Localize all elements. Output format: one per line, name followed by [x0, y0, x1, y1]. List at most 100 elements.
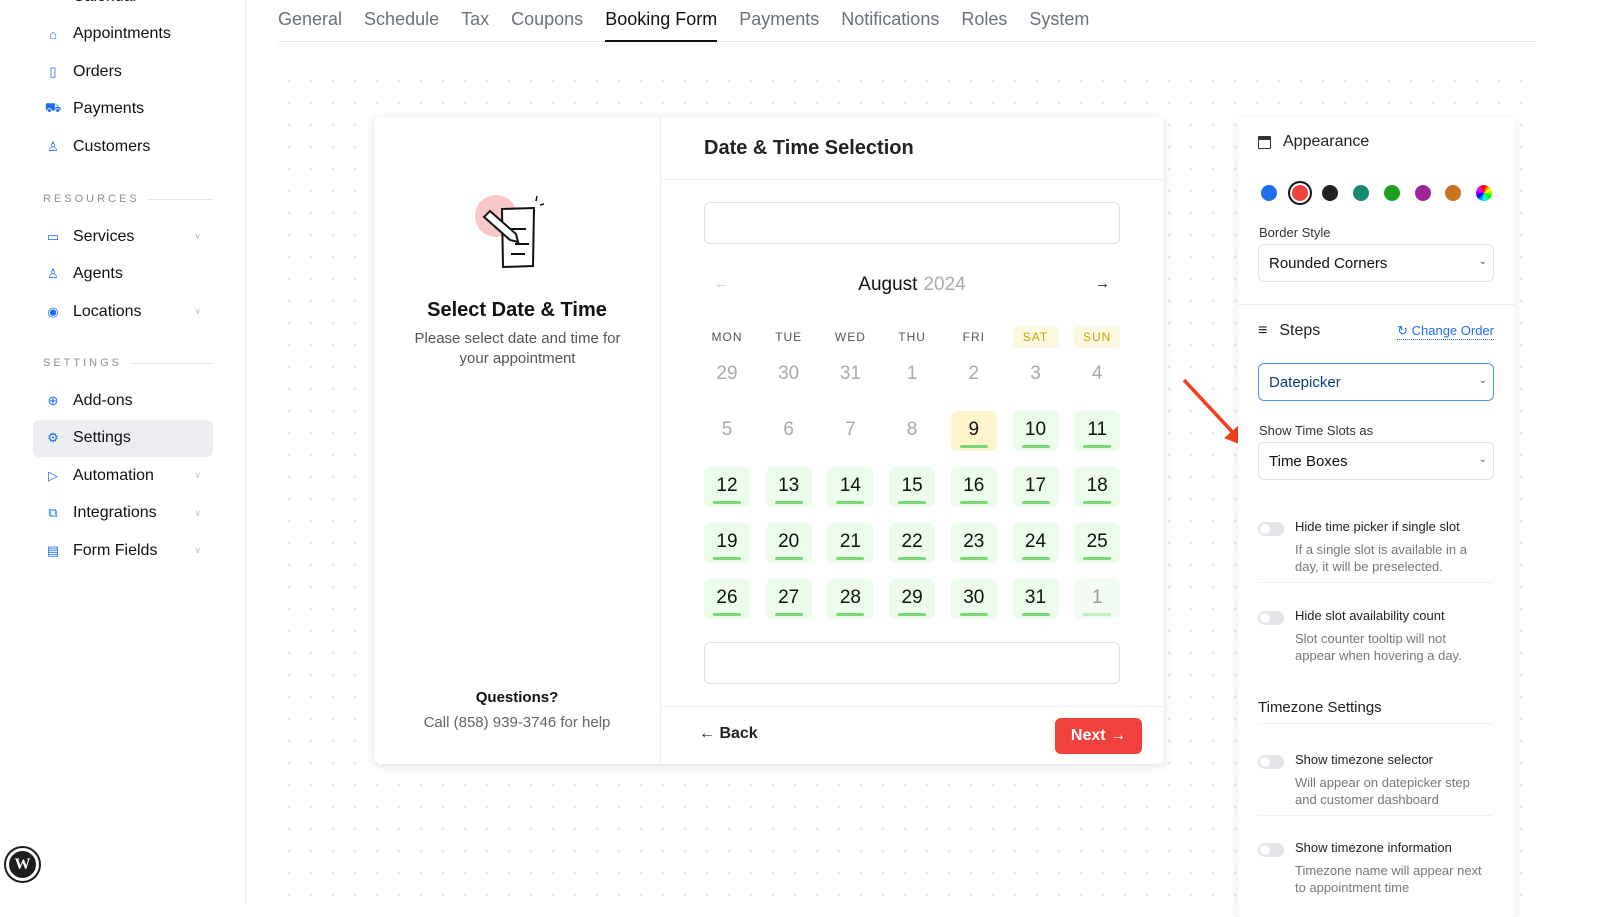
calendar-day[interactable]: 23 [950, 523, 997, 563]
color-swatch[interactable] [1291, 185, 1308, 201]
calendar-day[interactable]: 21 [827, 523, 874, 563]
tab-coupons[interactable]: Coupons [511, 0, 583, 42]
divider [1258, 815, 1492, 816]
toggle-switch[interactable] [1258, 755, 1284, 769]
sidebar-item-services[interactable]: ▭ Services ∨ [33, 218, 213, 255]
availability-bar [1083, 501, 1112, 504]
tab-booking-form[interactable]: Booking Form [605, 0, 718, 42]
placeholder-field-top[interactable] [704, 202, 1120, 244]
toggle-switch[interactable] [1258, 611, 1284, 625]
day-number: 24 [1024, 531, 1047, 552]
day-number: 19 [716, 531, 738, 552]
chevron-down-icon[interactable]: ∨ [194, 306, 201, 317]
availability-bar [1083, 445, 1112, 448]
tab-schedule[interactable]: Schedule [364, 0, 439, 42]
refresh-icon: ↻ [1397, 323, 1412, 338]
next-month-arrow-icon[interactable]: → [1095, 275, 1110, 292]
timezone-settings-title: Timezone Settings [1258, 699, 1382, 716]
availability-bar [1083, 557, 1112, 560]
calendar-day[interactable]: 20 [765, 523, 812, 563]
calendar-day[interactable]: 1 [1074, 579, 1121, 619]
sidebar-item-settings[interactable]: ⚙ Settings [33, 419, 213, 457]
step-select[interactable]: Datepicker ⌄ [1258, 363, 1494, 401]
step-value: Datepicker [1269, 374, 1341, 391]
steps-title: Steps [1279, 322, 1321, 339]
chevron-down-icon[interactable]: ∨ [194, 470, 201, 481]
user-icon: ♙ [47, 138, 59, 154]
sidebar-item-payments[interactable]: ⛟ Payments [33, 91, 213, 128]
divider [1238, 304, 1515, 305]
calendar-day[interactable]: 11 [1074, 411, 1121, 451]
sidebar-item-integrations[interactable]: ⧉ Integrations ∨ [33, 495, 213, 532]
sidebar-item-orders[interactable]: ▯ Orders [33, 53, 213, 90]
calendar-day[interactable]: 30 [950, 579, 997, 619]
tab-general[interactable]: General [278, 0, 342, 42]
toggle-switch[interactable] [1258, 843, 1284, 857]
chevron-down-icon[interactable]: ∨ [194, 545, 201, 556]
tab-notifications[interactable]: Notifications [841, 0, 939, 42]
calendar-day[interactable]: 26 [704, 579, 750, 619]
calendar-day[interactable]: 9 [950, 411, 997, 451]
calendar-day[interactable]: 29 [889, 579, 936, 619]
back-button[interactable]: ← Back [699, 725, 758, 743]
calendar-day[interactable]: 12 [704, 467, 750, 507]
color-swatch[interactable] [1322, 185, 1339, 201]
calendar-day[interactable]: 19 [704, 523, 750, 563]
color-swatch[interactable] [1261, 185, 1277, 201]
color-swatch[interactable] [1383, 185, 1400, 201]
sidebar-item-calendar[interactable]: ▭Calendar [33, 0, 213, 15]
color-swatch[interactable] [1353, 185, 1370, 201]
day-number: 20 [778, 531, 800, 552]
sidebar-item-agents[interactable]: ♙ Agents [33, 256, 213, 293]
section-resources: RESOURCES [43, 193, 213, 205]
wordpress-logo-icon[interactable]: W [6, 848, 39, 881]
tab-tax[interactable]: Tax [461, 0, 489, 42]
calendar-day[interactable]: 27 [765, 579, 812, 619]
availability-bar [1021, 445, 1050, 448]
calendar-day[interactable]: 13 [765, 467, 812, 507]
color-swatch[interactable] [1445, 185, 1462, 201]
calendar-day[interactable]: 14 [827, 467, 874, 507]
arrow-right-icon: → [1105, 727, 1127, 744]
sidebar-item-add-ons[interactable]: ⊕ Add-ons [33, 382, 213, 419]
color-swatch[interactable] [1414, 185, 1431, 201]
chevron-down-icon[interactable]: ∨ [194, 231, 201, 242]
sidebar-item-customers[interactable]: ♙ Customers [33, 128, 213, 165]
sidebar-item-label: Add-ons [73, 391, 133, 409]
availability-bar [774, 613, 803, 616]
calendar-day[interactable]: 15 [889, 467, 936, 507]
calendar-day[interactable]: 24 [1012, 523, 1059, 563]
availability-bar [774, 501, 803, 504]
placeholder-field-bottom[interactable] [704, 642, 1120, 684]
sidebar-item-form-fields[interactable]: ▤ Form Fields ∨ [33, 532, 213, 569]
sidebar-item-label: Agents [73, 265, 123, 283]
sidebar-item-appointments[interactable]: ⌂ Appointments [33, 16, 213, 53]
tab-roles[interactable]: Roles [961, 0, 1007, 42]
calendar-day[interactable]: 25 [1074, 523, 1121, 563]
sidebar-item-locations[interactable]: ◉ Locations ∨ [33, 293, 213, 330]
calendar-day[interactable]: 31 [1012, 579, 1059, 619]
border-style-select[interactable]: Rounded Corners ⌄ [1258, 244, 1494, 282]
weekday-mon: MON [711, 330, 743, 344]
calendar-day[interactable]: 22 [889, 523, 936, 563]
tab-system[interactable]: System [1029, 0, 1089, 42]
chevron-down-icon[interactable]: ∨ [194, 508, 201, 519]
sidebar-item-automation[interactable]: ▷ Automation ∨ [33, 457, 213, 494]
calendar-day[interactable]: 16 [950, 467, 997, 507]
sidebar-item-label: Settings [73, 429, 131, 447]
calendar-day[interactable]: 10 [1012, 411, 1059, 451]
calendar-day[interactable]: 18 [1074, 467, 1121, 507]
appearance-title: Appearance [1283, 133, 1370, 150]
availability-bar [1021, 501, 1050, 504]
change-order-link[interactable]: ↻ Change Order [1397, 323, 1494, 340]
calendar-day[interactable]: 28 [827, 579, 874, 619]
toggle-switch[interactable] [1258, 522, 1284, 536]
day-number: 15 [901, 475, 923, 496]
calendar-day[interactable]: 17 [1012, 467, 1059, 507]
availability-bar [713, 613, 741, 616]
color-swatch[interactable] [1475, 185, 1492, 201]
availability-bar [774, 557, 803, 560]
next-button[interactable]: Next → [1055, 718, 1142, 754]
tab-payments[interactable]: Payments [739, 0, 819, 42]
time-slots-select[interactable]: Time Boxes ⌄ [1258, 442, 1494, 480]
